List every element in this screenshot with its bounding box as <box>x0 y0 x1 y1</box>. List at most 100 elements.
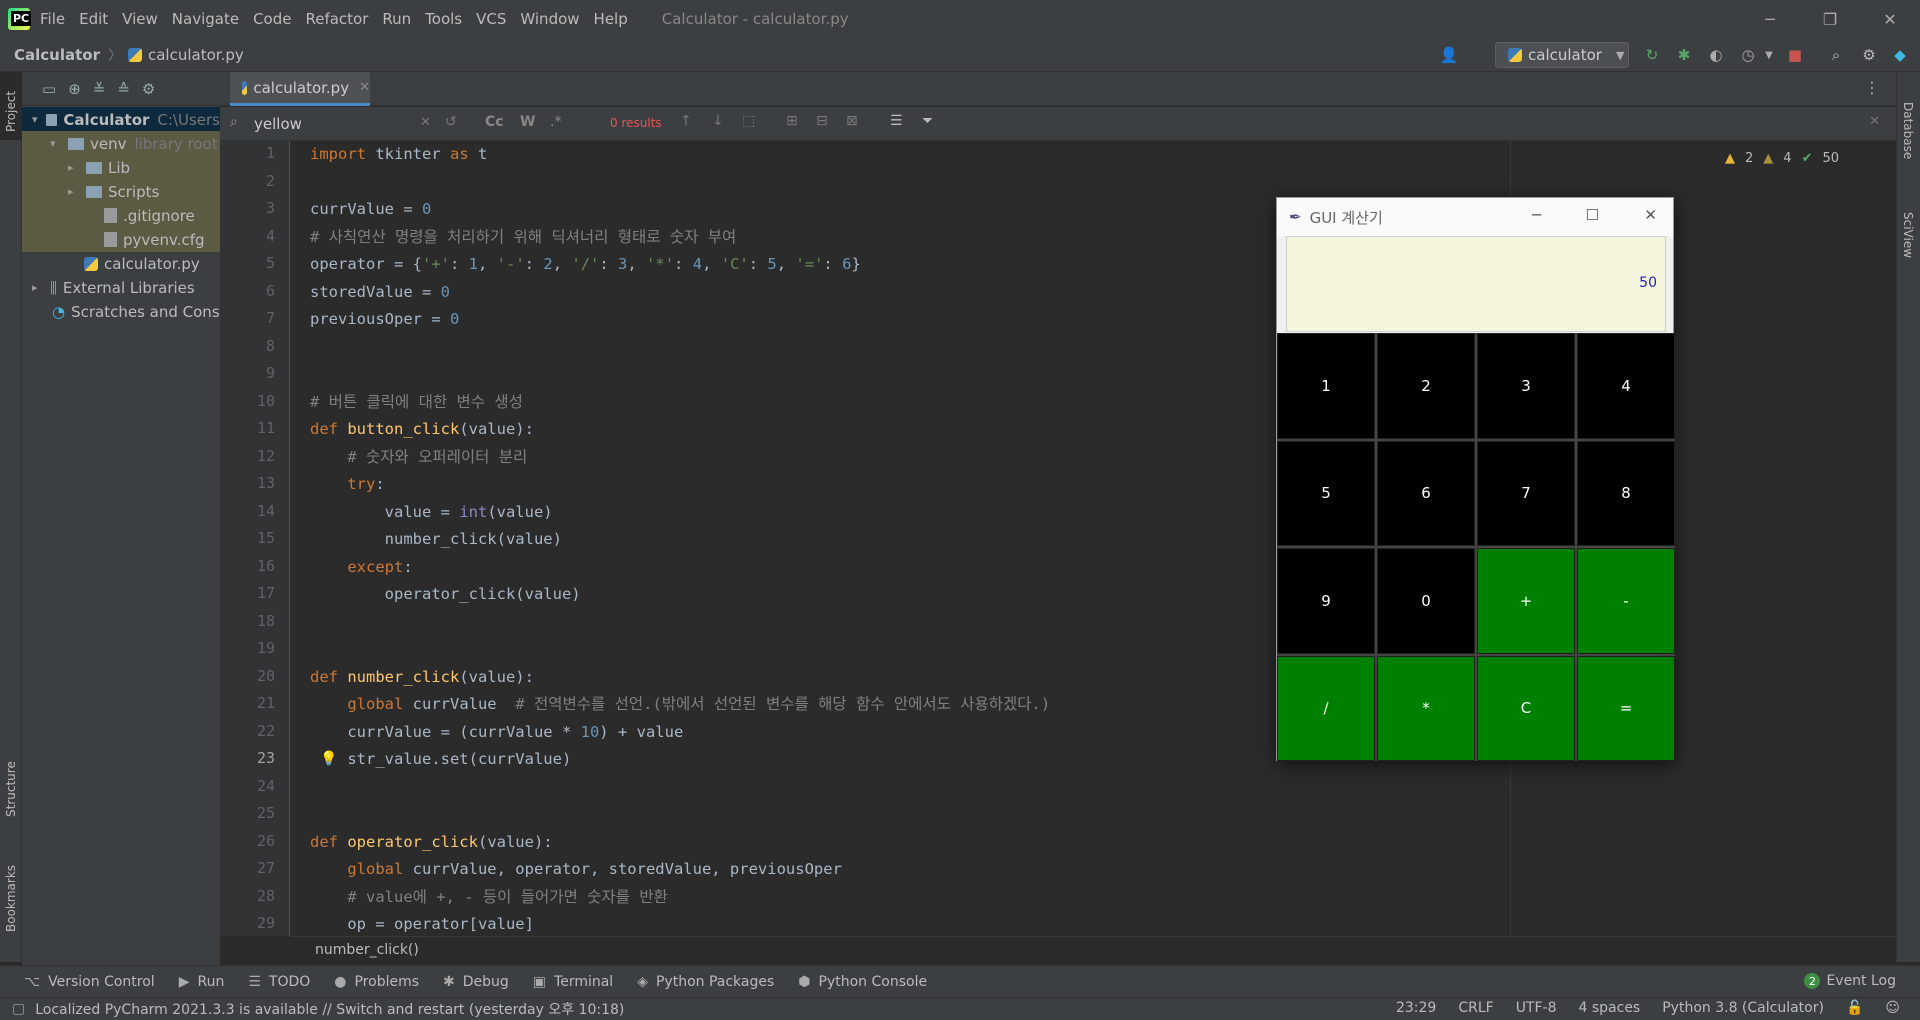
code-line[interactable]: try: <box>310 471 384 498</box>
tool-window-todo[interactable]: ☰ TODO <box>248 974 310 990</box>
chevron-right-icon[interactable]: ▸ <box>68 185 80 198</box>
calc-key[interactable]: + <box>1477 548 1575 654</box>
calc-key[interactable]: = <box>1577 655 1675 761</box>
calc-key[interactable]: / <box>1277 655 1375 761</box>
code-line[interactable]: def button_click(value): <box>310 416 534 443</box>
calc-key[interactable]: 5 <box>1277 440 1375 546</box>
coverage-icon[interactable]: ◐ <box>1707 46 1725 64</box>
line-separator[interactable]: CRLF <box>1458 1000 1493 1016</box>
tool-window-run[interactable]: ▶ Run <box>179 974 225 990</box>
tool-stripe-sciview[interactable]: SciView <box>1901 212 1915 258</box>
chevron-right-icon[interactable]: ▸ <box>68 161 80 174</box>
calc-key[interactable]: - <box>1577 548 1675 654</box>
expand-all-icon[interactable]: ≚ <box>93 80 106 98</box>
tool-stripe-structure[interactable]: Structure <box>4 761 18 817</box>
tree-item[interactable]: ▸ ⫼ External Libraries <box>22 275 220 300</box>
tree-item[interactable]: .gitignore <box>22 203 220 228</box>
tree-item[interactable]: ▸ Lib <box>22 155 220 180</box>
close-find-icon[interactable]: ✕ <box>1869 114 1880 129</box>
code-line[interactable]: # 사칙연산 명령을 처리하기 위해 딕셔너리 형태로 숫자 부여 <box>310 224 736 251</box>
tool-window-version-control[interactable]: ⌥ Version Control <box>24 974 155 990</box>
search-history-icon[interactable]: ↺ <box>445 114 457 130</box>
filter-options-icon[interactable]: ☰ <box>890 113 903 129</box>
status-toggle-icon[interactable]: ▢ <box>12 1001 25 1017</box>
inspection-widget[interactable]: ▲ 2 ▲ 4 ✔ 50 <box>1725 151 1839 166</box>
rerun-icon[interactable]: ↻ <box>1643 46 1661 64</box>
chevron-right-icon[interactable]: ▸ <box>32 281 44 294</box>
breadcrumb-project[interactable]: Calculator <box>14 46 100 64</box>
minimize-icon[interactable]: ─ <box>1740 0 1800 38</box>
next-occurrence-icon[interactable]: ↓ <box>712 113 724 129</box>
status-message[interactable]: Localized PyCharm 2021.3.3 is available … <box>35 999 624 1019</box>
event-log-button[interactable]: 2 Event Log <box>1804 973 1896 989</box>
file-encoding[interactable]: UTF-8 <box>1516 1000 1557 1016</box>
menu-item-vcs[interactable]: VCS <box>476 10 506 28</box>
tool-stripe-database[interactable]: Database <box>1901 102 1915 159</box>
caret-position[interactable]: 23:29 <box>1396 1000 1436 1016</box>
code-line[interactable]: # 버튼 클릭에 대한 변수 생성 <box>310 389 523 416</box>
user-icon[interactable]: 👤 <box>1440 46 1459 64</box>
code-line[interactable]: import tkinter as t <box>310 141 487 168</box>
tab-calculator-py[interactable]: calculator.py ✕ <box>230 72 370 106</box>
regex-icon[interactable]: .* <box>550 114 561 130</box>
calc-key[interactable]: 9 <box>1277 548 1375 654</box>
tool-window-python-console[interactable]: ⬢ Python Console <box>798 974 927 990</box>
tree-item[interactable]: ◔ Scratches and Consoles <box>22 299 220 324</box>
locate-icon[interactable]: ⊕ <box>68 80 81 98</box>
code-line[interactable]: def operator_click(value): <box>310 829 553 856</box>
code-line[interactable]: global currValue, operator, storedValue,… <box>310 856 842 883</box>
stop-icon[interactable]: ■ <box>1786 46 1804 64</box>
code-line[interactable]: operator_click(value) <box>310 581 581 608</box>
search-input[interactable] <box>254 112 404 136</box>
python-interpreter[interactable]: Python 3.8 (Calculator) <box>1662 1000 1824 1016</box>
calc-key[interactable]: 0 <box>1377 548 1475 654</box>
calc-key[interactable]: 7 <box>1477 440 1575 546</box>
tool-window-problems[interactable]: ● Problems <box>334 974 419 990</box>
menu-item-navigate[interactable]: Navigate <box>172 10 239 28</box>
maximize-icon[interactable]: ☐ <box>1586 206 1599 224</box>
profile-icon[interactable]: ◷ <box>1739 46 1757 64</box>
tree-item[interactable]: calculator.py <box>22 251 220 276</box>
code-line[interactable]: op = operator[value] <box>310 911 534 936</box>
select-all-occurrences-icon[interactable]: ⬚ <box>742 113 755 129</box>
menu-item-code[interactable]: Code <box>253 10 291 28</box>
breadcrumb-file[interactable]: calculator.py <box>148 46 244 64</box>
debug-icon[interactable]: ✱ <box>1675 46 1693 64</box>
calc-key[interactable]: 4 <box>1577 333 1675 439</box>
menu-item-refactor[interactable]: Refactor <box>305 10 368 28</box>
remove-occurrence-icon[interactable]: ⊟ <box>816 113 828 129</box>
notifications-icon[interactable]: ☺ <box>1885 1000 1900 1016</box>
tree-item[interactable]: ▾ venv library root <box>22 131 220 156</box>
chevron-down-icon[interactable]: ▾ <box>32 113 40 126</box>
close-icon[interactable]: ✕ <box>1644 206 1657 224</box>
code-breadcrumb[interactable]: number_click() <box>315 942 419 958</box>
match-case-icon[interactable]: Cc <box>485 114 504 130</box>
previous-occurrence-icon[interactable]: ↑ <box>680 113 692 129</box>
code-line[interactable]: except: <box>310 554 412 581</box>
more-options-icon[interactable]: ⋮ <box>1864 78 1880 97</box>
tree-item[interactable]: pyvenv.cfg <box>22 227 220 252</box>
code-line[interactable]: storedValue = 0 <box>310 279 450 306</box>
tool-window-terminal[interactable]: ▣ Terminal <box>533 974 613 990</box>
code-line[interactable]: global currValue # 전역변수를 선언.(밖에서 선언된 변수를… <box>310 691 1050 718</box>
calc-key[interactable]: 1 <box>1277 333 1375 439</box>
calc-key[interactable]: 2 <box>1377 333 1475 439</box>
chevron-down-icon[interactable]: ▼ <box>1760 46 1778 64</box>
tool-stripe-bookmarks[interactable]: Bookmarks <box>4 865 18 932</box>
close-icon[interactable]: ✕ <box>1860 0 1920 38</box>
settings-gear-icon[interactable]: ⚙ <box>1860 46 1878 64</box>
restore-icon[interactable]: ❐ <box>1800 0 1860 38</box>
code-line[interactable]: # 숫자와 오퍼레이터 분리 <box>310 444 527 471</box>
calc-key[interactable]: 3 <box>1477 333 1575 439</box>
menu-item-file[interactable]: File <box>40 10 65 28</box>
gear-icon[interactable]: ⚙ <box>142 80 155 98</box>
run-configuration-select[interactable]: calculator ▼ <box>1495 42 1629 68</box>
indent-setting[interactable]: 4 spaces <box>1579 1000 1641 1016</box>
code-line[interactable]: number_click(value) <box>310 526 562 553</box>
project-view-icon[interactable]: ▭ <box>42 80 56 98</box>
menu-item-help[interactable]: Help <box>594 10 628 28</box>
calc-key[interactable]: 8 <box>1577 440 1675 546</box>
tool-window-debug[interactable]: ✱ Debug <box>443 974 509 990</box>
collapse-all-icon[interactable]: ≙ <box>117 80 130 98</box>
chevron-down-icon[interactable]: ▾ <box>50 137 62 150</box>
